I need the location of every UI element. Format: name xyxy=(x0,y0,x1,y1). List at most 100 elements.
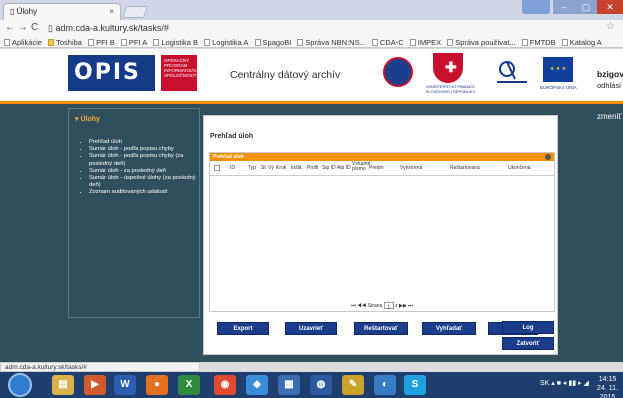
column-header[interactable]: Profil xyxy=(307,165,318,171)
bookmark-sprava-pouzivat[interactable]: Správa používat... xyxy=(447,37,516,47)
page-icon xyxy=(521,39,528,46)
sidebar-item-sumar-uspesne[interactable]: Sumár úloh - úspešné úlohy (za posledný … xyxy=(89,175,197,189)
first-page-icon[interactable]: ⏮ xyxy=(351,303,356,309)
site-header: OPIS OPERAČNÝ PROGRAM INFORMATIZÁCIA SPO… xyxy=(0,49,623,101)
firefox-icon[interactable]: ● xyxy=(146,375,168,395)
page-icon xyxy=(561,39,568,46)
search-button[interactable]: Vyhľadať xyxy=(422,322,476,335)
export-button[interactable]: Export xyxy=(217,322,269,335)
page-icon xyxy=(409,39,416,46)
bookmark-pfi-b[interactable]: PFI B xyxy=(88,37,115,47)
column-header[interactable]: Vytvorená xyxy=(400,165,422,171)
column-header[interactable]: Vý xyxy=(268,165,274,171)
bookmark-label: CDA-C xyxy=(379,38,404,47)
opis-logo-text: OPIS xyxy=(74,60,141,85)
word-icon[interactable]: W xyxy=(114,375,136,395)
bookmark-cda-c[interactable]: CDA-C xyxy=(371,37,404,47)
system-clock[interactable]: 14:15 24. 11. 2015 xyxy=(592,375,623,398)
column-header[interactable]: Reštartovaná xyxy=(450,165,480,171)
profile-icon[interactable] xyxy=(522,0,550,14)
new-tab-button[interactable] xyxy=(121,6,149,18)
column-header[interactable]: Krok xyxy=(276,165,286,171)
prev-page-icon[interactable]: ◀◀ xyxy=(357,303,366,309)
bookmark-katalog-a[interactable]: Katalog A xyxy=(561,37,602,47)
forward-icon[interactable]: → xyxy=(18,22,28,33)
bookmark-fmtdb[interactable]: FMTDB xyxy=(521,37,556,47)
logout-link[interactable]: odhlási xyxy=(597,81,621,90)
page-title: Prehľad úloh xyxy=(210,133,254,140)
sidebar: ▾ Úlohy Prehľad úloh Sumár úloh - podľa … xyxy=(68,108,200,318)
minimize-icon[interactable]: – xyxy=(553,0,575,14)
select-all-checkbox[interactable] xyxy=(214,165,220,171)
back-icon[interactable]: ← xyxy=(5,22,15,33)
start-icon[interactable] xyxy=(8,373,32,397)
bookmark-label: Toshiba xyxy=(56,38,82,47)
close-button[interactable]: Zatvoriť xyxy=(502,337,554,350)
column-header[interactable]: Predm xyxy=(369,165,384,171)
bookmark-spagobi[interactable]: SpagoBI xyxy=(254,37,291,47)
log-button[interactable]: Log xyxy=(502,321,554,334)
page-icon xyxy=(120,39,127,46)
page-icon xyxy=(153,39,160,46)
bookmark-label: IMPEX xyxy=(417,38,442,47)
excel-icon[interactable]: X xyxy=(178,375,200,395)
bookmark-aplikacie[interactable]: Aplikácie xyxy=(4,37,43,47)
bookmark-label: Logistika B xyxy=(161,38,199,47)
column-header[interactable]: Typ xyxy=(248,165,256,171)
tab-page-icon: ▯ xyxy=(10,7,17,16)
network-app-icon[interactable]: ▦ xyxy=(278,375,300,395)
sidebar-item-audit[interactable]: Zoznam auditovaných udalostí xyxy=(89,189,197,196)
file-explorer-icon[interactable]: ▤ xyxy=(52,375,74,395)
sidebar-item-sumar-popis[interactable]: Sumár úloh - podľa popisu chyby xyxy=(89,146,197,153)
restart-button[interactable]: Reštartovať xyxy=(354,322,408,335)
bookmark-star-icon[interactable]: ☆ xyxy=(606,21,615,32)
site-title: Centrálny dátový archív xyxy=(230,69,341,81)
close-task-button[interactable]: Uzavrieť xyxy=(285,322,337,335)
bookmark-label: Aplikácie xyxy=(12,38,43,47)
address-bar[interactable]: ▯ adm.cda-a.kultury.sk/tasks/# xyxy=(48,22,603,35)
bookmark-impex[interactable]: IMPEX xyxy=(409,37,442,47)
column-header[interactable]: Ukončená xyxy=(508,165,531,171)
bookmark-logistika-b[interactable]: Logistika B xyxy=(153,37,199,47)
ministry-shield-icon: ✚ xyxy=(433,53,463,83)
chrome-icon[interactable]: ◉ xyxy=(214,375,236,395)
grid-collapse-icon[interactable] xyxy=(545,154,551,160)
grid-columns: ID Typ St Vý Krok Inštit. Profil Sip ID … xyxy=(210,161,554,176)
last-page-icon[interactable]: ⏭ xyxy=(408,303,413,309)
bookmark-pfi-a[interactable]: PFI A xyxy=(120,37,147,47)
globe-app-icon[interactable]: ◍ xyxy=(310,375,332,395)
column-header[interactable]: St xyxy=(261,165,266,171)
page-input[interactable]: 1 xyxy=(383,302,394,311)
page-icon xyxy=(297,39,304,46)
browser-app-icon[interactable]: ◐ xyxy=(374,375,396,395)
sidebar-heading[interactable]: ▾ Úlohy xyxy=(75,115,100,123)
bookmark-toshiba[interactable]: Toshiba xyxy=(48,37,82,47)
column-header[interactable]: Aip ID xyxy=(337,165,351,171)
main-panel: Prehľad úloh Prehľad úloh ID Typ St Vý K… xyxy=(203,115,558,355)
app-icon[interactable]: ◆ xyxy=(246,375,268,395)
column-header[interactable]: ID xyxy=(230,165,235,171)
bookmark-logistika-a[interactable]: Logistika A xyxy=(204,37,248,47)
sidebar-item-sumar-popis-den[interactable]: Sumár úloh - podľa popisu chyby (za posl… xyxy=(89,153,197,167)
reload-icon[interactable]: C xyxy=(31,22,38,33)
skype-icon[interactable]: S xyxy=(404,375,426,395)
browser-tab[interactable]: ▯ Úlohy × xyxy=(3,3,121,20)
opis-tag: OPERAČNÝ PROGRAM INFORMATIZÁCIA SPOLOČNO… xyxy=(161,55,202,91)
tasks-grid: Prehľad úloh ID Typ St Vý Krok Inštit. P… xyxy=(209,152,555,312)
media-player-icon[interactable]: ▶ xyxy=(84,375,106,395)
change-password-link[interactable]: zmeniť hesl xyxy=(597,112,623,121)
bookmark-sprava-nbn[interactable]: Správa NBN:NS... xyxy=(297,37,366,47)
tool-app-icon[interactable]: ✎ xyxy=(342,375,364,395)
window-close-icon[interactable]: ✕ xyxy=(597,0,623,14)
column-header[interactable]: Sip ID xyxy=(322,165,336,171)
keyboard-language[interactable]: SK ▴ ■ ◂ ▮▮ ▸ ◢ xyxy=(540,379,589,387)
page-label: Strana xyxy=(367,303,383,309)
tab-close-icon[interactable]: × xyxy=(109,7,114,16)
column-header[interactable]: Vstupné písmo xyxy=(352,162,370,172)
next-page-icon[interactable]: ▶▶ xyxy=(399,303,407,309)
column-header[interactable]: Inštit. xyxy=(291,165,303,171)
sidebar-item-prehlad-uloh[interactable]: Prehľad úloh xyxy=(89,139,197,146)
maximize-icon[interactable]: ▢ xyxy=(575,0,597,14)
sidebar-item-sumar-den[interactable]: Sumár úloh - za posledný deň xyxy=(89,168,197,175)
grid-title: Prehľad úloh xyxy=(213,154,244,160)
